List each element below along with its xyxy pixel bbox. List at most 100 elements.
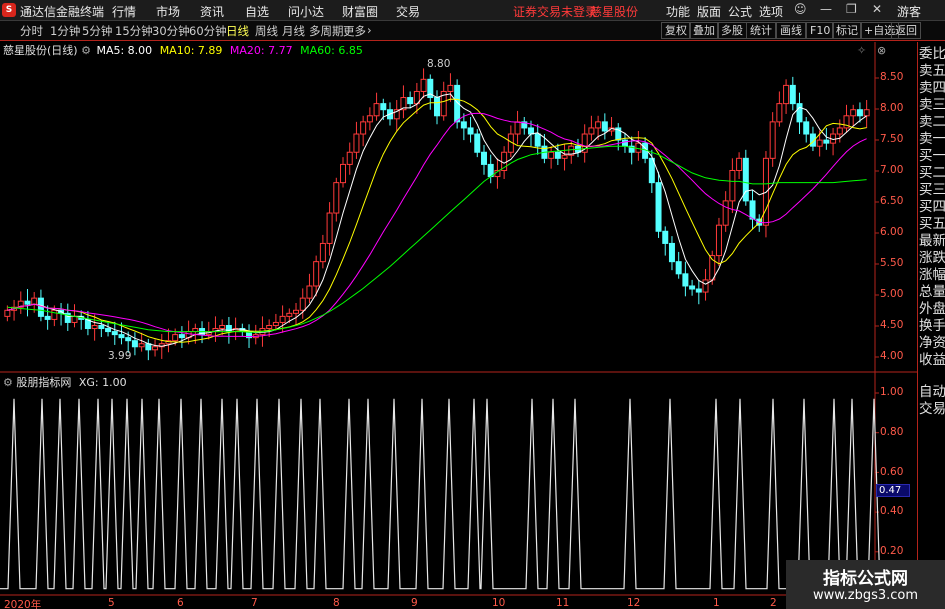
menu-item-gongneng[interactable]: 功能 [666, 3, 690, 20]
ma60-line [7, 145, 867, 333]
trade-login-notice[interactable]: 证券交易未登录 [513, 3, 597, 20]
low-price-label: 3.99 [108, 350, 132, 362]
candle-body [246, 331, 253, 339]
customer-service-icon[interactable]: ☺ [794, 2, 807, 16]
side-item-trade[interactable]: 交易 [919, 401, 945, 418]
side-item[interactable]: 总量 [919, 284, 945, 301]
restore-icon[interactable]: ❐ [846, 2, 857, 16]
settings-icon[interactable]: ⚙ [3, 376, 13, 389]
side-item[interactable]: 最新 [919, 233, 945, 250]
side-item[interactable]: 卖一 [919, 131, 945, 148]
stats-button[interactable]: 统计 [746, 22, 776, 39]
chevron-right-icon[interactable]: › [367, 23, 372, 37]
tab-monthly[interactable]: 月线 [282, 23, 305, 39]
tab-fenshi[interactable]: 分时 [20, 23, 43, 39]
user-label[interactable]: 游客 [897, 3, 921, 20]
candle-body [360, 121, 367, 135]
side-item[interactable]: 买三 [919, 182, 945, 199]
candle-body [548, 151, 555, 159]
side-item[interactable]: 买二 [919, 165, 945, 182]
side-item[interactable]: 买四 [919, 199, 945, 216]
date-tick: 6 [177, 597, 184, 609]
candle-body [286, 312, 293, 317]
close-chart-icon[interactable]: ⊗ [877, 44, 886, 57]
candle-body [199, 328, 206, 336]
candle-body [762, 157, 769, 226]
candle-body [615, 127, 622, 141]
candle-body [225, 324, 232, 333]
candle-body [722, 200, 729, 226]
candle-body [78, 315, 85, 320]
candle-body [474, 133, 481, 153]
minimize-icon[interactable]: — [820, 2, 832, 16]
side-item[interactable]: 净资 [919, 335, 945, 352]
price-tick: 5.00 [880, 288, 904, 300]
candle-body [521, 121, 528, 129]
menu-item-wenxiaoda[interactable]: 问小达 [288, 3, 324, 20]
candle-body [393, 109, 400, 120]
back-button[interactable]: 返回 [891, 22, 921, 39]
menu-item-zixuan[interactable]: 自选 [245, 3, 269, 20]
side-item-auto[interactable]: 自动 [919, 384, 945, 401]
tab-weekly[interactable]: 周线 [255, 23, 278, 39]
side-item[interactable]: 卖三 [919, 97, 945, 114]
tab-60min[interactable]: 60分钟 [189, 23, 227, 39]
indicator-title[interactable]: 股朋指标网 [16, 376, 71, 389]
current-indicator-value: 0.47 [876, 484, 910, 497]
candle-body [84, 318, 91, 330]
draw-line-button[interactable]: 画线 [776, 22, 806, 39]
tab-1min[interactable]: 1分钟 [50, 23, 80, 39]
close-icon[interactable]: ✕ [872, 2, 882, 16]
side-item[interactable]: 换手 [919, 318, 945, 335]
candle-body [219, 324, 226, 330]
side-item[interactable]: 外盘 [919, 301, 945, 318]
menu-item-jiaoyi[interactable]: 交易 [396, 3, 420, 20]
candle-body [856, 109, 863, 117]
tab-30min[interactable]: 30分钟 [152, 23, 190, 39]
candle-body [373, 103, 380, 117]
candle-body [541, 145, 548, 159]
side-item[interactable]: 卖二 [919, 114, 945, 131]
adjust-button[interactable]: 复权 [661, 22, 691, 39]
f10-button[interactable]: F10 [806, 22, 835, 39]
menu-item-gongshi[interactable]: 公式 [728, 3, 752, 20]
side-item[interactable]: 买一 [919, 148, 945, 165]
side-item[interactable]: 委比 [919, 46, 945, 63]
tab-15min[interactable]: 15分钟 [115, 23, 153, 39]
menu-item-xuanxiang[interactable]: 选项 [759, 3, 783, 20]
tab-daily[interactable]: 日线 [226, 23, 249, 39]
side-item[interactable]: 卖五 [919, 63, 945, 80]
side-item[interactable]: 卖四 [919, 80, 945, 97]
menu-item-caifuquan[interactable]: 财富圈 [342, 3, 378, 20]
candle-body [125, 337, 132, 342]
candle-body [131, 340, 138, 348]
date-tick: 11 [556, 597, 570, 609]
menu-item-banmian[interactable]: 版面 [697, 3, 721, 20]
tab-more[interactable]: 更多 [343, 23, 366, 39]
side-item[interactable]: 收益 [919, 352, 945, 369]
side-item[interactable]: 买五 [919, 216, 945, 233]
candle-body [514, 121, 521, 135]
tab-multi-period[interactable]: 多周期 [309, 23, 344, 39]
indicator-tick: 0.20 [880, 545, 904, 557]
side-item[interactable]: 涨幅 [919, 267, 945, 284]
candle-body [266, 324, 273, 330]
side-item[interactable]: 涨跌 [919, 250, 945, 267]
tab-5min[interactable]: 5分钟 [82, 23, 112, 39]
candle-body [823, 139, 830, 144]
multi-stock-button[interactable]: 多股 [717, 22, 747, 39]
watermark-title: 指标公式网 [823, 569, 908, 589]
candle-body [58, 309, 65, 314]
menu-item-zixun[interactable]: 资讯 [200, 3, 224, 20]
menu-item-shichang[interactable]: 市场 [156, 3, 180, 20]
candle-body [152, 346, 159, 351]
pin-icon[interactable]: ✧ [857, 44, 866, 57]
mark-button[interactable]: 标记 [832, 22, 862, 39]
menu-item-hangqing[interactable]: 行情 [112, 3, 136, 20]
overlay-button[interactable]: 叠加 [689, 22, 719, 39]
candle-body [185, 331, 192, 339]
chart-title[interactable]: 慈星股份(日线) [3, 44, 78, 57]
settings-icon[interactable]: ⚙ [81, 44, 91, 57]
candle-body [91, 324, 98, 330]
price-tick: 4.00 [880, 350, 904, 362]
